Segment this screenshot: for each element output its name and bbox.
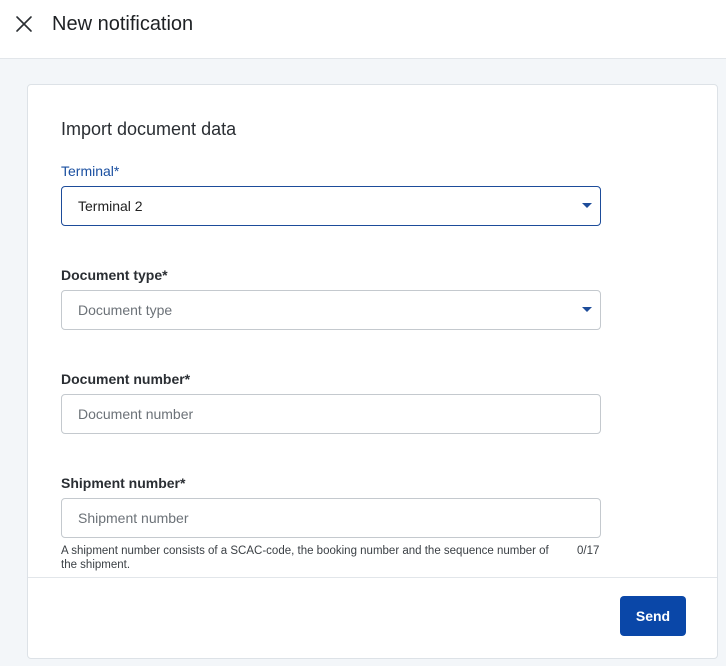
send-button[interactable]: Send	[620, 596, 686, 636]
form-footer: Send	[28, 577, 717, 660]
page-title: New notification	[52, 13, 194, 35]
shipment-number-label: Shipment number*	[61, 475, 186, 491]
dropdown-caret-icon	[582, 203, 592, 208]
shipment-number-char-counter: 0/17	[577, 545, 600, 557]
form-scroll-area[interactable]: Import document data Terminal* Terminal …	[28, 85, 717, 577]
document-type-placeholder: Document type	[78, 302, 173, 318]
document-number-field[interactable]	[61, 394, 601, 434]
close-icon[interactable]	[15, 15, 33, 33]
top-bar: New notification	[0, 0, 726, 59]
document-number-input[interactable]	[78, 406, 600, 422]
shipment-number-helper-text: A shipment number consists of a SCAC-cod…	[61, 545, 549, 571]
shipment-number-field[interactable]	[61, 498, 601, 538]
terminal-select[interactable]: Terminal 2	[61, 186, 601, 226]
document-type-select[interactable]: Document type	[61, 290, 601, 330]
document-number-label: Document number*	[61, 371, 191, 387]
document-type-label: Document type*	[61, 267, 168, 283]
terminal-selected-value: Terminal 2	[78, 198, 143, 214]
terminal-label: Terminal*	[61, 163, 120, 179]
dropdown-caret-icon	[582, 307, 592, 312]
shipment-number-input[interactable]	[78, 510, 600, 526]
close-button[interactable]	[12, 12, 36, 36]
notification-form-card: Import document data Terminal* Terminal …	[27, 84, 718, 659]
section-title: Import document data	[61, 119, 237, 139]
